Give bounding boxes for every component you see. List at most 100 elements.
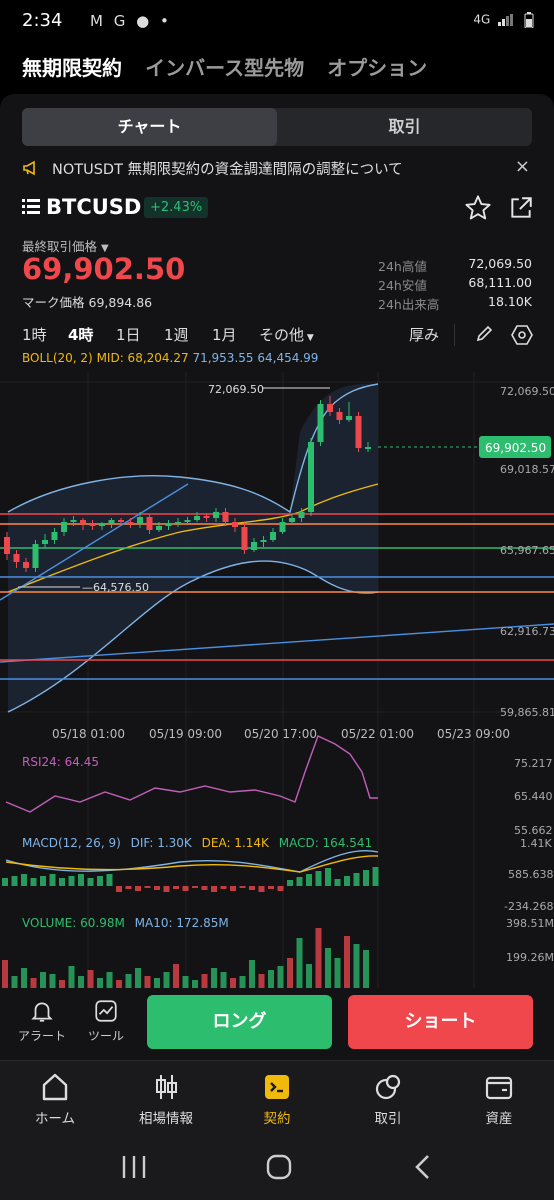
volume-bar	[220, 972, 227, 988]
tf-1m[interactable]: 1月	[212, 324, 237, 345]
candle-body	[156, 526, 162, 530]
candle-body	[51, 532, 58, 540]
macd-bar	[68, 876, 75, 886]
tools-button[interactable]: ツール	[82, 998, 130, 1044]
change-badge: +2.43%	[144, 197, 209, 218]
recents-icon[interactable]	[120, 1154, 148, 1180]
settings-hex-icon[interactable]	[511, 324, 533, 346]
macd-bar	[2, 878, 8, 886]
tab-markets[interactable]: 相場情報	[126, 1071, 206, 1127]
macd-dif-line	[5, 850, 379, 873]
short-button[interactable]: ショート	[348, 995, 533, 1049]
macd-bar	[258, 886, 265, 892]
candle-body	[184, 520, 191, 522]
time-tick: 05/23 09:00	[437, 727, 510, 741]
volume-bar	[249, 960, 255, 988]
tab-trade[interactable]: 取引	[348, 1071, 428, 1127]
tab-options[interactable]: オプション	[327, 52, 427, 81]
macd-tick: 1.41K	[520, 837, 552, 850]
pencil-icon[interactable]	[474, 324, 494, 344]
macd-bar	[30, 878, 37, 886]
share-external-icon[interactable]	[508, 195, 534, 221]
favorite-star-icon[interactable]	[464, 194, 492, 222]
volume-bar	[277, 966, 284, 988]
price-chart[interactable]: 72,069.50 —64,576.50 69,902.50 72,069.50…	[0, 372, 554, 988]
signal-icon	[498, 14, 514, 26]
volume-bar	[21, 968, 27, 988]
volume-bar	[296, 938, 303, 988]
volume-bar	[135, 968, 141, 988]
futures-icon	[265, 1075, 289, 1099]
price-tick: 59,865.81	[500, 706, 554, 719]
candle-body	[327, 404, 333, 412]
volume-bar	[116, 980, 122, 988]
candle-body	[213, 512, 219, 518]
volume-bar	[11, 976, 18, 988]
tab-futures[interactable]: 契約	[237, 1071, 317, 1127]
menu-list-icon[interactable]	[22, 199, 40, 215]
last-price: 69,902.50	[22, 252, 186, 286]
pair-symbol[interactable]: BTCUSD	[46, 195, 141, 219]
macd-histogram	[2, 867, 379, 892]
pair-header: BTCUSD +2.43%	[22, 192, 532, 224]
segment-chart[interactable]: チャート	[22, 108, 277, 146]
tab-home[interactable]: ホーム	[15, 1071, 95, 1127]
time-tick: 05/19 09:00	[149, 727, 222, 741]
macd-bar	[296, 877, 303, 886]
macd-bar	[106, 874, 113, 886]
home-icon	[42, 1073, 68, 1101]
notice-banner[interactable]: NOTUSDT 無期限契約の資金調達間隔の調整について ×	[22, 156, 532, 180]
candle-body	[108, 520, 115, 524]
time-tick: 05/20 17:00	[244, 727, 317, 741]
volume-bar	[315, 928, 322, 988]
time-tick: 05/22 01:00	[341, 727, 414, 741]
action-bar: アラート ツール ロング ショート	[0, 988, 554, 1058]
mark-price-value: 69,894.86	[88, 295, 153, 310]
back-icon[interactable]	[412, 1153, 432, 1181]
wallet-icon	[485, 1076, 513, 1100]
macd-bar	[135, 886, 141, 891]
macd-bar	[334, 879, 341, 886]
tf-1h[interactable]: 1時	[22, 324, 47, 345]
long-button[interactable]: ロング	[147, 995, 332, 1049]
notice-text: NOTUSDT 無期限契約の資金調達間隔の調整について	[52, 162, 403, 178]
tab-inverse-futures[interactable]: インバース型先物	[145, 52, 304, 81]
macd-bar	[11, 876, 18, 886]
close-notice-icon[interactable]: ×	[515, 156, 530, 177]
home-button-icon[interactable]	[265, 1153, 293, 1181]
candle-body	[317, 404, 324, 442]
tf-1w[interactable]: 1週	[164, 324, 189, 345]
tf-4h[interactable]: 4時	[68, 324, 93, 345]
tab-perpetual[interactable]: 無期限契約	[22, 52, 122, 81]
depth-toggle[interactable]: 厚み	[409, 324, 439, 345]
bottom-tab-bar: ホーム 相場情報 契約 取引 資産	[0, 1060, 554, 1136]
candle-body	[241, 527, 248, 550]
segment-trade[interactable]: 取引	[277, 108, 532, 146]
tf-more[interactable]: その他 ▼	[259, 324, 314, 345]
macd-bar	[277, 886, 284, 891]
rsi-tick: 75.217	[514, 757, 553, 770]
candle-body	[346, 416, 352, 420]
candle-body	[355, 416, 362, 448]
macd-bar	[59, 878, 65, 886]
macd-bar	[144, 886, 151, 888]
tab-assets[interactable]: 資産	[459, 1071, 539, 1127]
timeframe-bar: 1時 4時 1日 1週 1月 その他 ▼ 厚み	[22, 324, 533, 346]
alert-button[interactable]: アラート	[18, 998, 66, 1044]
current-price-text: 69,902.50	[485, 441, 546, 455]
candle-body	[289, 518, 295, 522]
tab-futures-label: 契約	[263, 1111, 291, 1127]
macd-bar	[344, 876, 350, 886]
rsi-line	[5, 735, 378, 813]
volume-bar	[334, 958, 341, 988]
mark-price-label: マーク価格	[22, 295, 85, 310]
macd-bar	[372, 867, 379, 886]
volume-bar	[68, 966, 75, 988]
tf-1d[interactable]: 1日	[116, 324, 141, 345]
candle-body	[365, 447, 371, 449]
rsi-tick: 55.662	[514, 824, 553, 837]
volume-bar	[154, 978, 160, 988]
candle-body	[137, 517, 143, 524]
price-tick: 62,916.73	[500, 625, 554, 638]
volume-bar	[49, 974, 56, 988]
